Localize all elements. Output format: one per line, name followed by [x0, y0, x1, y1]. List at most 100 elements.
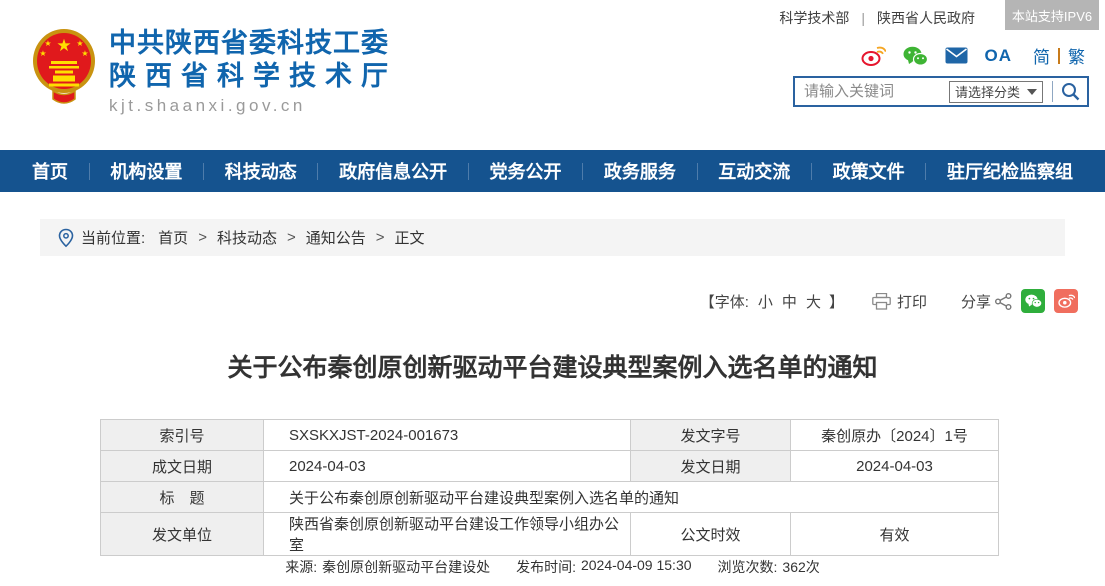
nav-divider [925, 163, 926, 180]
meta-label-issuing-unit: 发文单位 [101, 513, 264, 556]
wechat-icon[interactable] [903, 46, 928, 66]
share-label: 分享 [961, 291, 991, 312]
nav-item-scitech-news[interactable]: 科技动态 [225, 158, 297, 184]
lang-traditional-link[interactable]: 繁 [1068, 43, 1085, 68]
font-size-medium-button[interactable]: 中 [782, 291, 797, 312]
document-meta-table: 索引号 SXSKXJST-2024-001673 发文字号 秦创原办〔2024〕… [100, 419, 999, 556]
lang-divider [1058, 48, 1060, 64]
meta-value-index-number: SXSKXJST-2024-001673 [264, 420, 631, 451]
oa-link[interactable]: OA [985, 46, 1013, 66]
nav-item-discipline-inspection[interactable]: 驻厅纪检监察组 [947, 158, 1073, 184]
ipv6-support-badge[interactable]: 本站支持IPV6 [1005, 0, 1099, 30]
nav-divider [203, 163, 204, 180]
meta-label-issue-date: 发文日期 [631, 451, 791, 482]
table-row: 发文单位 陕西省秦创原创新驱动平台建设工作领导小组办公室 公文时效 有效 [101, 513, 999, 556]
svg-text:★: ★ [44, 39, 51, 48]
topbar-link-most[interactable]: 科学技术部 [779, 8, 849, 28]
language-switch: 简 繁 [1033, 43, 1085, 68]
breadcrumb-separator: > [373, 229, 388, 246]
search-input[interactable] [795, 83, 949, 100]
breadcrumb: 当前位置: 首页 > 科技动态 > 通知公告 > 正文 [40, 219, 1065, 256]
svg-text:★: ★ [39, 49, 46, 58]
meta-label-validity: 公文时效 [631, 513, 791, 556]
nav-divider [582, 163, 583, 180]
article-tools: 【字体: 小 中 大 】 打印 分享 [700, 289, 1078, 313]
font-size-prefix: 【字体: [700, 291, 749, 312]
font-size-large-button[interactable]: 大 [806, 291, 821, 312]
meta-label-document-number: 发文字号 [631, 420, 791, 451]
nav-item-interaction[interactable]: 互动交流 [718, 158, 790, 184]
weibo-icon[interactable] [861, 46, 886, 66]
svg-text:★: ★ [56, 36, 71, 55]
org-name-line1: 中共陕西省委科技工委 [109, 27, 397, 59]
meta-value-validity: 有效 [791, 513, 999, 556]
nav-divider [468, 163, 469, 180]
breadcrumb-label: 当前位置: [81, 227, 145, 248]
meta-label-written-date: 成文日期 [101, 451, 264, 482]
wechat-icon [1025, 294, 1042, 308]
publish-time-label: 发布时间: [516, 557, 576, 577]
meta-value-issuing-unit: 陕西省秦创原创新驱动平台建设工作领导小组办公室 [264, 513, 631, 556]
font-size-small-button[interactable]: 小 [758, 291, 773, 312]
topbar: 科学技术部 | 陕西省人民政府 [779, 8, 975, 28]
table-row: 成文日期 2024-04-03 发文日期 2024-04-03 [101, 451, 999, 482]
meta-value-title: 关于公布秦创原创新驱动平台建设典型案例入选名单的通知 [264, 482, 999, 513]
nav-item-organization[interactable]: 机构设置 [110, 158, 182, 184]
nav-item-home[interactable]: 首页 [32, 158, 68, 184]
quick-links-row: OA 简 繁 [861, 43, 1086, 68]
nav-item-policy-documents[interactable]: 政策文件 [833, 158, 905, 184]
site-search-bar: 请选择分类 [793, 76, 1089, 107]
location-pin-icon [58, 228, 74, 248]
view-count-label: 浏览次数: [718, 557, 778, 577]
site-url: kjt.shaanxi.gov.cn [109, 96, 397, 116]
meta-label-index-number: 索引号 [101, 420, 264, 451]
meta-value-document-number: 秦创原办〔2024〕1号 [791, 420, 999, 451]
meta-value-written-date: 2024-04-03 [264, 451, 631, 482]
meta-label-title: 标 题 [101, 482, 264, 513]
nav-item-info-disclosure[interactable]: 政府信息公开 [339, 158, 447, 184]
source-label: 来源: [285, 557, 317, 577]
nav-divider [89, 163, 90, 180]
category-select[interactable]: 请选择分类 [949, 81, 1043, 103]
nav-divider [697, 163, 698, 180]
table-row: 索引号 SXSKXJST-2024-001673 发文字号 秦创原办〔2024〕… [101, 420, 999, 451]
article-source-line: 来源: 秦创原创新驱动平台建设处 发布时间: 2024-04-09 15:30 … [0, 557, 1105, 577]
page-title: 关于公布秦创原创新驱动平台建设典型案例入选名单的通知 [0, 348, 1105, 384]
breadcrumb-home[interactable]: 首页 [158, 227, 188, 248]
print-button[interactable]: 打印 [897, 291, 927, 312]
mail-icon[interactable] [945, 47, 968, 64]
main-nav: 首页 机构设置 科技动态 政府信息公开 党务公开 政务服务 互动交流 政策文件 … [0, 150, 1105, 192]
share-wechat-button[interactable] [1021, 289, 1045, 313]
nav-item-gov-services[interactable]: 政务服务 [604, 158, 676, 184]
breadcrumb-separator: > [284, 229, 299, 246]
font-size-suffix: 】 [829, 291, 844, 312]
breadcrumb-separator: > [195, 229, 210, 246]
publish-time-value: 2024-04-09 15:30 [581, 557, 692, 577]
search-icon [1061, 82, 1080, 101]
meta-value-issue-date: 2024-04-03 [791, 451, 999, 482]
printer-icon[interactable] [872, 293, 891, 310]
category-select-value: 请选择分类 [955, 82, 1020, 101]
site-logo[interactable]: ★ ★ ★ ★ ★ 中共陕西省委科技工委 陕西省科学技术厅 kjt.shaanx… [32, 27, 397, 116]
lang-simplified-link[interactable]: 简 [1033, 43, 1050, 68]
share-nodes-icon [995, 293, 1012, 310]
svg-text:★: ★ [76, 39, 83, 48]
share-weibo-button[interactable] [1054, 289, 1078, 313]
svg-text:★: ★ [81, 49, 88, 58]
nav-item-party-affairs[interactable]: 党务公开 [490, 158, 562, 184]
weibo-icon [1058, 294, 1075, 308]
nav-divider [317, 163, 318, 180]
source-value: 秦创原创新驱动平台建设处 [322, 557, 490, 577]
breadcrumb-current: 正文 [395, 227, 425, 248]
topbar-separator: | [861, 10, 865, 26]
chevron-down-icon [1027, 89, 1037, 95]
breadcrumb-notices[interactable]: 通知公告 [306, 227, 366, 248]
org-name-line2: 陕西省科学技术厅 [109, 59, 397, 93]
nav-divider [811, 163, 812, 180]
view-count-value: 362次 [782, 557, 819, 577]
breadcrumb-scitech-news[interactable]: 科技动态 [217, 227, 277, 248]
national-emblem-icon: ★ ★ ★ ★ ★ [32, 27, 96, 109]
table-row: 标 题 关于公布秦创原创新驱动平台建设典型案例入选名单的通知 [101, 482, 999, 513]
search-button[interactable] [1053, 78, 1087, 105]
topbar-link-provincial-gov[interactable]: 陕西省人民政府 [877, 8, 975, 28]
